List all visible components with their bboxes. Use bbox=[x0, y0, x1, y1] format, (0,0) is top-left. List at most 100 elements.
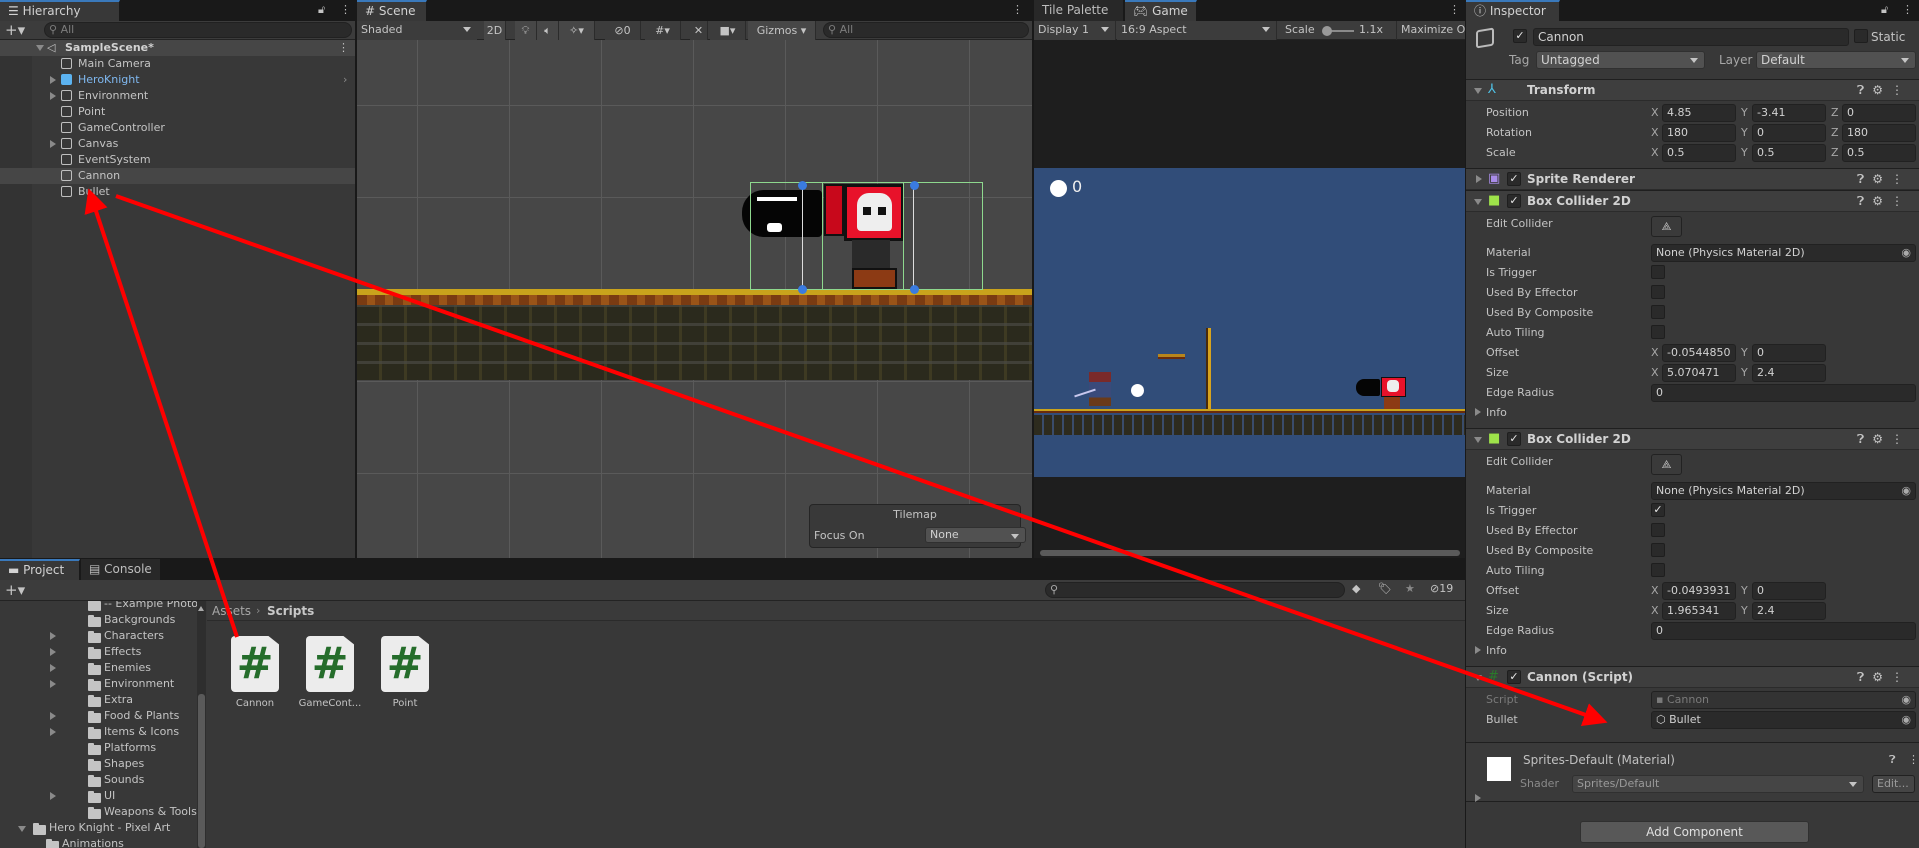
tree-scrollbar-thumb[interactable] bbox=[198, 694, 205, 848]
edit-collider-button[interactable]: ⟁ bbox=[1651, 216, 1682, 237]
filter-by-label-icon[interactable]: 🏷︎ bbox=[1378, 582, 1392, 595]
object-picker-icon[interactable]: ◉ bbox=[1901, 483, 1911, 499]
tools-button[interactable]: ✕ bbox=[690, 21, 708, 40]
rect-handle[interactable] bbox=[910, 285, 919, 294]
vector-z-input[interactable]: 180 bbox=[1842, 124, 1916, 142]
presets-icon[interactable]: ⚙︎ bbox=[1872, 432, 1891, 446]
expand-arrow-icon[interactable] bbox=[1474, 199, 1482, 209]
rect-handle[interactable] bbox=[910, 181, 919, 190]
kebab-menu-icon[interactable]: ⋮ bbox=[1891, 172, 1911, 186]
hierarchy-item[interactable]: GameController bbox=[0, 120, 355, 136]
field-checkbox[interactable] bbox=[1651, 325, 1665, 339]
kebab-menu-icon[interactable]: ⋮ bbox=[340, 3, 351, 16]
component-enabled-checkbox[interactable]: ✓ bbox=[1507, 194, 1521, 208]
expand-arrow-icon[interactable] bbox=[1475, 794, 1485, 802]
expand-arrow-icon[interactable] bbox=[50, 632, 60, 640]
vector-y-input[interactable]: 0 bbox=[1752, 582, 1826, 600]
expand-arrow-icon[interactable] bbox=[1476, 175, 1486, 183]
presets-icon[interactable]: ⚙︎ bbox=[1872, 670, 1891, 684]
favorites-star-icon[interactable]: ★ bbox=[1405, 582, 1415, 595]
tag-dropdown[interactable]: Untagged bbox=[1536, 51, 1705, 69]
add-component-button[interactable]: Add Component bbox=[1580, 821, 1809, 843]
help-icon[interactable]: ❓︎ bbox=[1857, 194, 1872, 208]
game-viewport[interactable]: 0 bbox=[1034, 168, 1465, 477]
vector-x-input[interactable]: 5.070471 bbox=[1662, 364, 1736, 382]
vector-x-input[interactable]: 1.965341 bbox=[1662, 602, 1736, 620]
edit-collider-button[interactable]: ⟁ bbox=[1651, 454, 1682, 475]
hierarchy-item[interactable]: Bullet bbox=[0, 184, 355, 200]
hierarchy-item[interactable]: EventSystem bbox=[0, 152, 355, 168]
hierarchy-item[interactable]: Point bbox=[0, 104, 355, 120]
scene-search-input[interactable]: ⚲ All bbox=[823, 22, 1029, 38]
tab-inspector[interactable]: ⓘ Inspector bbox=[1466, 0, 1560, 21]
hierarchy-search-input[interactable]: ⚲ All bbox=[44, 22, 352, 38]
hierarchy-item[interactable]: Cannon bbox=[0, 168, 355, 184]
breadcrumb-assets[interactable]: Assets bbox=[212, 604, 251, 618]
object-field[interactable]: None (Physics Material 2D) ◉ bbox=[1651, 482, 1916, 500]
project-folder-item[interactable]: Effects bbox=[0, 644, 197, 660]
display-dropdown[interactable]: Display 1 bbox=[1034, 21, 1116, 40]
component-enabled-checkbox[interactable]: ✓ bbox=[1507, 172, 1521, 186]
add-icon[interactable]: +▾ bbox=[5, 21, 25, 39]
game-horizontal-scrollbar[interactable] bbox=[1040, 550, 1460, 556]
expand-arrow-icon[interactable] bbox=[1475, 408, 1485, 416]
field-checkbox[interactable] bbox=[1651, 563, 1665, 577]
expand-arrow-icon[interactable] bbox=[18, 826, 26, 836]
project-folder-item[interactable]: Characters bbox=[0, 628, 197, 644]
audio-toggle[interactable]: 🔈︎ bbox=[537, 21, 559, 40]
object-picker-icon[interactable]: ◉ bbox=[1901, 245, 1911, 261]
field-label[interactable]: Info bbox=[1486, 406, 1507, 419]
layer-dropdown[interactable]: Default bbox=[1756, 51, 1916, 69]
help-icon[interactable]: ❓︎ bbox=[1857, 670, 1872, 684]
tab-tile-palette[interactable]: Tile Palette bbox=[1034, 0, 1124, 21]
filter-by-type-icon[interactable]: ◆ bbox=[1352, 582, 1360, 595]
scroll-up-icon[interactable] bbox=[198, 603, 204, 611]
vector-y-input[interactable]: -3.41 bbox=[1752, 104, 1826, 122]
field-checkbox[interactable] bbox=[1651, 543, 1665, 557]
lighting-toggle[interactable]: 💡︎ bbox=[515, 21, 537, 40]
kebab-menu-icon[interactable]: ⋮ bbox=[338, 40, 349, 56]
tab-game[interactable]: 🎮︎ Game bbox=[1125, 0, 1197, 21]
expand-arrow-icon[interactable] bbox=[50, 92, 60, 100]
expand-arrow-icon[interactable] bbox=[50, 664, 60, 672]
hierarchy-item[interactable]: Environment bbox=[0, 88, 355, 104]
effects-dropdown[interactable]: ✧▾ bbox=[559, 21, 595, 40]
project-folder-item[interactable]: Extra bbox=[0, 692, 197, 708]
project-folder-item[interactable]: Shapes bbox=[0, 756, 197, 772]
component-header-sprite-renderer[interactable]: ▣ ✓ Sprite Renderer ❓︎⚙︎⋮ bbox=[1466, 168, 1919, 190]
kebab-menu-icon[interactable]: ⋮ bbox=[1012, 3, 1023, 16]
object-name-input[interactable]: Cannon bbox=[1533, 28, 1849, 46]
presets-icon[interactable]: ⚙︎ bbox=[1872, 172, 1891, 186]
hierarchy-item[interactable]: HeroKnight › bbox=[0, 72, 355, 88]
grid-snap-dropdown[interactable]: #▾ bbox=[645, 21, 681, 40]
tab-console[interactable]: ▤ Console bbox=[81, 559, 161, 580]
expand-arrow-icon[interactable] bbox=[1474, 437, 1482, 447]
static-checkbox[interactable] bbox=[1854, 29, 1868, 43]
field-checkbox[interactable] bbox=[1651, 265, 1665, 279]
vector-x-input[interactable]: 0.5 bbox=[1662, 144, 1736, 162]
help-icon[interactable]: ❓︎ bbox=[1857, 432, 1872, 446]
vector-y-input[interactable]: 2.4 bbox=[1752, 364, 1826, 382]
static-label[interactable]: Static bbox=[1871, 30, 1905, 44]
float-input[interactable]: 0 bbox=[1651, 622, 1916, 640]
lock-icon[interactable]: 🔓︎ bbox=[318, 3, 325, 17]
vector-x-input[interactable]: 180 bbox=[1662, 124, 1736, 142]
scale-slider[interactable] bbox=[1322, 26, 1354, 36]
float-input[interactable]: 0 bbox=[1651, 384, 1916, 402]
active-checkbox[interactable]: ✓ bbox=[1513, 29, 1527, 43]
kebab-menu-icon[interactable]: ⋮ bbox=[1891, 432, 1911, 446]
expand-arrow-icon[interactable] bbox=[1474, 88, 1482, 98]
expand-arrow-icon[interactable] bbox=[50, 680, 60, 688]
project-search-input[interactable]: ⚲ bbox=[1045, 582, 1345, 598]
vector-z-input[interactable]: 0.5 bbox=[1842, 144, 1916, 162]
hidden-objects-toggle[interactable]: ⊘0 bbox=[605, 21, 641, 40]
project-folder-item[interactable]: Items & Icons bbox=[0, 724, 197, 740]
gizmos-dropdown[interactable]: Gizmos ▾ bbox=[748, 21, 816, 40]
vector-y-input[interactable]: 2.4 bbox=[1752, 602, 1826, 620]
help-icon[interactable]: ❓︎ bbox=[1889, 753, 1896, 767]
kebab-menu-icon[interactable]: ⋮ bbox=[1891, 194, 1911, 208]
asset-item[interactable]: # Point bbox=[361, 630, 449, 710]
help-icon[interactable]: ❓︎ bbox=[1857, 83, 1872, 97]
field-checkbox[interactable] bbox=[1651, 285, 1665, 299]
vector-x-input[interactable]: -0.0544850 bbox=[1662, 344, 1736, 362]
